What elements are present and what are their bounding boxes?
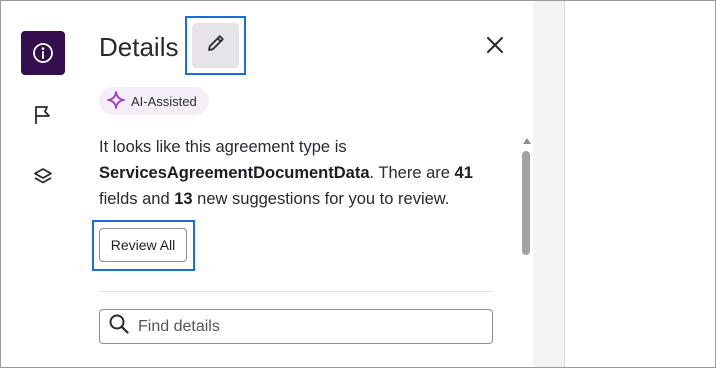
description-mid2: fields and [99, 190, 175, 208]
layers-icon [32, 165, 54, 187]
suggestion-count: 13 [174, 190, 193, 208]
description-suffix: new suggestions for you to review. [192, 190, 450, 208]
edit-button-highlight [185, 16, 246, 75]
suggestion-description: It looks like this agreement type is Ser… [99, 134, 499, 212]
scrollbar-thumb[interactable] [522, 151, 530, 255]
review-all-highlight: Review All [92, 220, 195, 271]
divider [99, 291, 493, 292]
right-gutter [533, 1, 565, 367]
close-icon [485, 35, 505, 60]
scroll-up-arrow[interactable] [521, 136, 533, 146]
panel-title: Details [99, 32, 179, 62]
layers-tab-button[interactable] [21, 154, 65, 198]
agreement-type: ServicesAgreementDocumentData [99, 164, 370, 182]
details-panel: Details AI-Assisted It looks like this a… [81, 1, 533, 367]
pencil-icon [205, 32, 227, 59]
info-tab-button[interactable] [21, 31, 65, 75]
icon-rail [1, 1, 81, 367]
field-count: 41 [454, 164, 473, 182]
flag-icon [32, 104, 54, 126]
close-button[interactable] [479, 31, 511, 63]
ai-sparkle-icon [107, 90, 125, 112]
info-icon [32, 42, 54, 64]
description-prefix: It looks like this agreement type is [99, 138, 347, 156]
ai-badge-label: AI-Assisted [131, 93, 197, 109]
find-details-search[interactable] [99, 309, 493, 344]
ai-assisted-badge: AI-Assisted [99, 87, 209, 115]
gutter-border [564, 1, 565, 367]
flag-tab-button[interactable] [21, 93, 65, 137]
search-icon [108, 313, 130, 340]
search-input[interactable] [138, 317, 492, 336]
app-frame: Details AI-Assisted It looks like this a… [0, 0, 716, 368]
review-all-button[interactable]: Review All [99, 228, 187, 262]
edit-button[interactable] [192, 23, 239, 68]
description-mid1: . There are [369, 164, 455, 182]
